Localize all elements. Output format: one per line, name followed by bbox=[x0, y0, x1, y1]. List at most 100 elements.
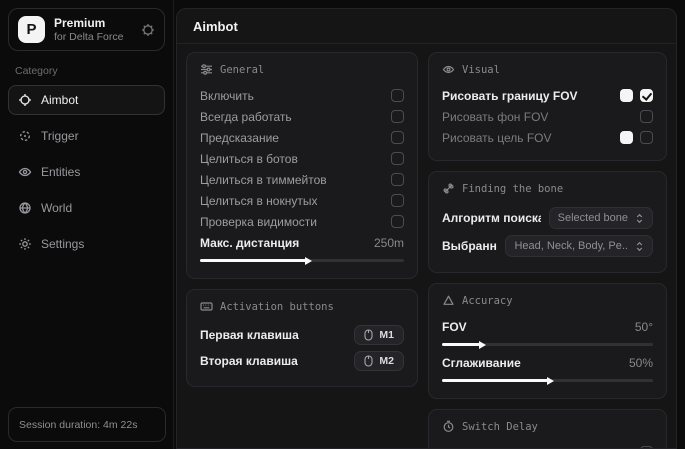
panel-activation-buttons: Activation buttons Первая клавиша M1 bbox=[186, 289, 418, 387]
sidebar-item-trigger[interactable]: Trigger bbox=[8, 121, 165, 151]
slider-row-max-distance: Макс. дистанция 250m bbox=[200, 232, 404, 253]
page-header: Aimbot bbox=[177, 9, 676, 44]
visual-row: Рисовать границу FOV bbox=[442, 85, 653, 106]
bone-icon bbox=[442, 182, 455, 195]
keybind-row: Вторая клавиша M2 bbox=[200, 348, 404, 374]
color-swatch[interactable] bbox=[620, 89, 633, 102]
visual-controls bbox=[620, 89, 653, 102]
dropdown-value: Selected bone bbox=[558, 212, 628, 224]
smoothing-slider[interactable] bbox=[442, 379, 653, 382]
bone-algorithm-dropdown[interactable]: Selected bone bbox=[549, 207, 653, 229]
timer-icon bbox=[442, 420, 455, 433]
slider-thumb[interactable] bbox=[547, 377, 554, 385]
triangle-icon bbox=[442, 294, 455, 307]
slider-label: Макс. дистанция bbox=[200, 236, 299, 250]
slider-label: Сглаживание bbox=[442, 356, 521, 370]
keybind-row: Первая клавиша M1 bbox=[200, 322, 404, 348]
dropdown-row: Алгоритм поиска кост Selected bone bbox=[442, 204, 653, 232]
visual-label: Рисовать цель FOV bbox=[442, 131, 552, 145]
main-area: Aimbot General Включить bbox=[176, 8, 677, 449]
sidebar-item-aimbot[interactable]: Aimbot bbox=[8, 85, 165, 115]
category-label: Category bbox=[15, 65, 165, 77]
slider-thumb[interactable] bbox=[479, 341, 486, 349]
checkbox[interactable] bbox=[391, 131, 404, 144]
panel-title-label: Finding the bone bbox=[462, 183, 563, 195]
color-swatch[interactable] bbox=[620, 131, 633, 144]
slider-thumb[interactable] bbox=[305, 257, 312, 265]
brand-text: Premium for Delta Force bbox=[54, 16, 132, 43]
session-duration-box: Session duration: 4m 22s bbox=[8, 407, 166, 442]
visual-label: Рисовать границу FOV bbox=[442, 89, 578, 103]
panel-finding-bone: Finding the bone Алгоритм поиска кост Se… bbox=[428, 171, 667, 273]
toggle-label: Всегда работать bbox=[200, 110, 292, 124]
checkbox[interactable] bbox=[640, 89, 653, 102]
checkbox[interactable] bbox=[640, 131, 653, 144]
sidebar-item-world[interactable]: World bbox=[8, 193, 165, 223]
sidebar-item-label: Settings bbox=[41, 237, 84, 251]
slider-value: 250m bbox=[374, 236, 404, 250]
sidebar: P Premium for Delta Force Category Aimbo… bbox=[0, 0, 174, 449]
logo-letter: P bbox=[26, 21, 36, 38]
keybind-button-m1[interactable]: M1 bbox=[354, 325, 404, 345]
toggle-row: Предсказание bbox=[200, 127, 404, 148]
keybind-label: Вторая клавиша bbox=[200, 354, 298, 368]
keybind-button-m2[interactable]: M2 bbox=[354, 351, 404, 371]
keybind-label: Первая клавиша bbox=[200, 328, 299, 342]
toggle-row: Включить bbox=[200, 85, 404, 106]
checkbox[interactable] bbox=[391, 89, 404, 102]
gear-icon[interactable] bbox=[141, 23, 155, 37]
panel-title-label: Visual bbox=[462, 64, 500, 76]
checkbox[interactable] bbox=[391, 152, 404, 165]
toggle-label: Предсказание bbox=[200, 131, 279, 145]
max-distance-slider[interactable] bbox=[200, 259, 404, 262]
panel-title-label: Activation buttons bbox=[220, 301, 334, 313]
toggle-label: Проверка видимости bbox=[200, 215, 317, 229]
sidebar-item-entities[interactable]: Entities bbox=[8, 157, 165, 187]
panel-accuracy: Accuracy FOV 50° Сглаживание 50% bbox=[428, 283, 667, 399]
slider-fill bbox=[200, 259, 306, 262]
checkbox[interactable] bbox=[391, 215, 404, 228]
toggle-row: Всегда работать bbox=[200, 106, 404, 127]
select-chevrons-icon bbox=[635, 241, 644, 252]
slider-fill bbox=[442, 379, 548, 382]
eye-icon bbox=[18, 165, 32, 179]
panel-title-label: Switch Delay bbox=[462, 421, 538, 433]
toggle-label: Задержка переключения bbox=[442, 446, 580, 449]
dropdown-row: Выбранные кос Head, Neck, Body, Pe.. bbox=[442, 232, 653, 260]
keybind-key: M2 bbox=[379, 355, 394, 367]
toggle-label: Целиться в ботов bbox=[200, 152, 298, 166]
mouse-icon bbox=[364, 355, 373, 367]
toggle-row: Задержка переключения bbox=[442, 442, 653, 449]
select-chevrons-icon bbox=[635, 213, 644, 224]
fov-slider[interactable] bbox=[442, 343, 653, 346]
visual-eye-icon bbox=[442, 63, 455, 76]
page-title: Aimbot bbox=[193, 19, 660, 34]
session-duration-text: Session duration: 4m 22s bbox=[19, 419, 137, 431]
checkbox[interactable] bbox=[391, 194, 404, 207]
panel-visual: Visual Рисовать границу FOV Рисовать фон… bbox=[428, 52, 667, 161]
sidebar-item-label: Entities bbox=[41, 165, 80, 179]
panel-switch-delay-title: Switch Delay bbox=[442, 420, 653, 433]
panel-title-label: Accuracy bbox=[462, 295, 513, 307]
settings-gear-icon bbox=[18, 237, 32, 251]
sidebar-item-label: Trigger bbox=[41, 129, 79, 143]
checkbox[interactable] bbox=[391, 110, 404, 123]
brand-title: Premium bbox=[54, 16, 132, 30]
checkbox[interactable] bbox=[640, 110, 653, 123]
panel-bone-title: Finding the bone bbox=[442, 182, 653, 195]
visual-label: Рисовать фон FOV bbox=[442, 110, 548, 124]
checkbox[interactable] bbox=[391, 173, 404, 186]
sidebar-item-label: World bbox=[41, 201, 72, 215]
sidebar-item-settings[interactable]: Settings bbox=[8, 229, 165, 259]
keyboard-icon bbox=[200, 300, 213, 313]
panel-activation-title: Activation buttons bbox=[200, 300, 404, 313]
toggle-row: Целиться в нокнутых bbox=[200, 190, 404, 211]
panel-accuracy-title: Accuracy bbox=[442, 294, 653, 307]
selected-bones-dropdown[interactable]: Head, Neck, Body, Pe.. bbox=[505, 235, 653, 257]
toggle-label: Целиться в тиммейтов bbox=[200, 173, 327, 187]
dropdown-label: Алгоритм поиска кост bbox=[442, 211, 541, 225]
column-right: Visual Рисовать границу FOV Рисовать фон… bbox=[428, 52, 667, 449]
content: General Включить Всегда работать Предска… bbox=[177, 44, 676, 449]
slider-fill bbox=[442, 343, 480, 346]
toggle-row: Целиться в тиммейтов bbox=[200, 169, 404, 190]
